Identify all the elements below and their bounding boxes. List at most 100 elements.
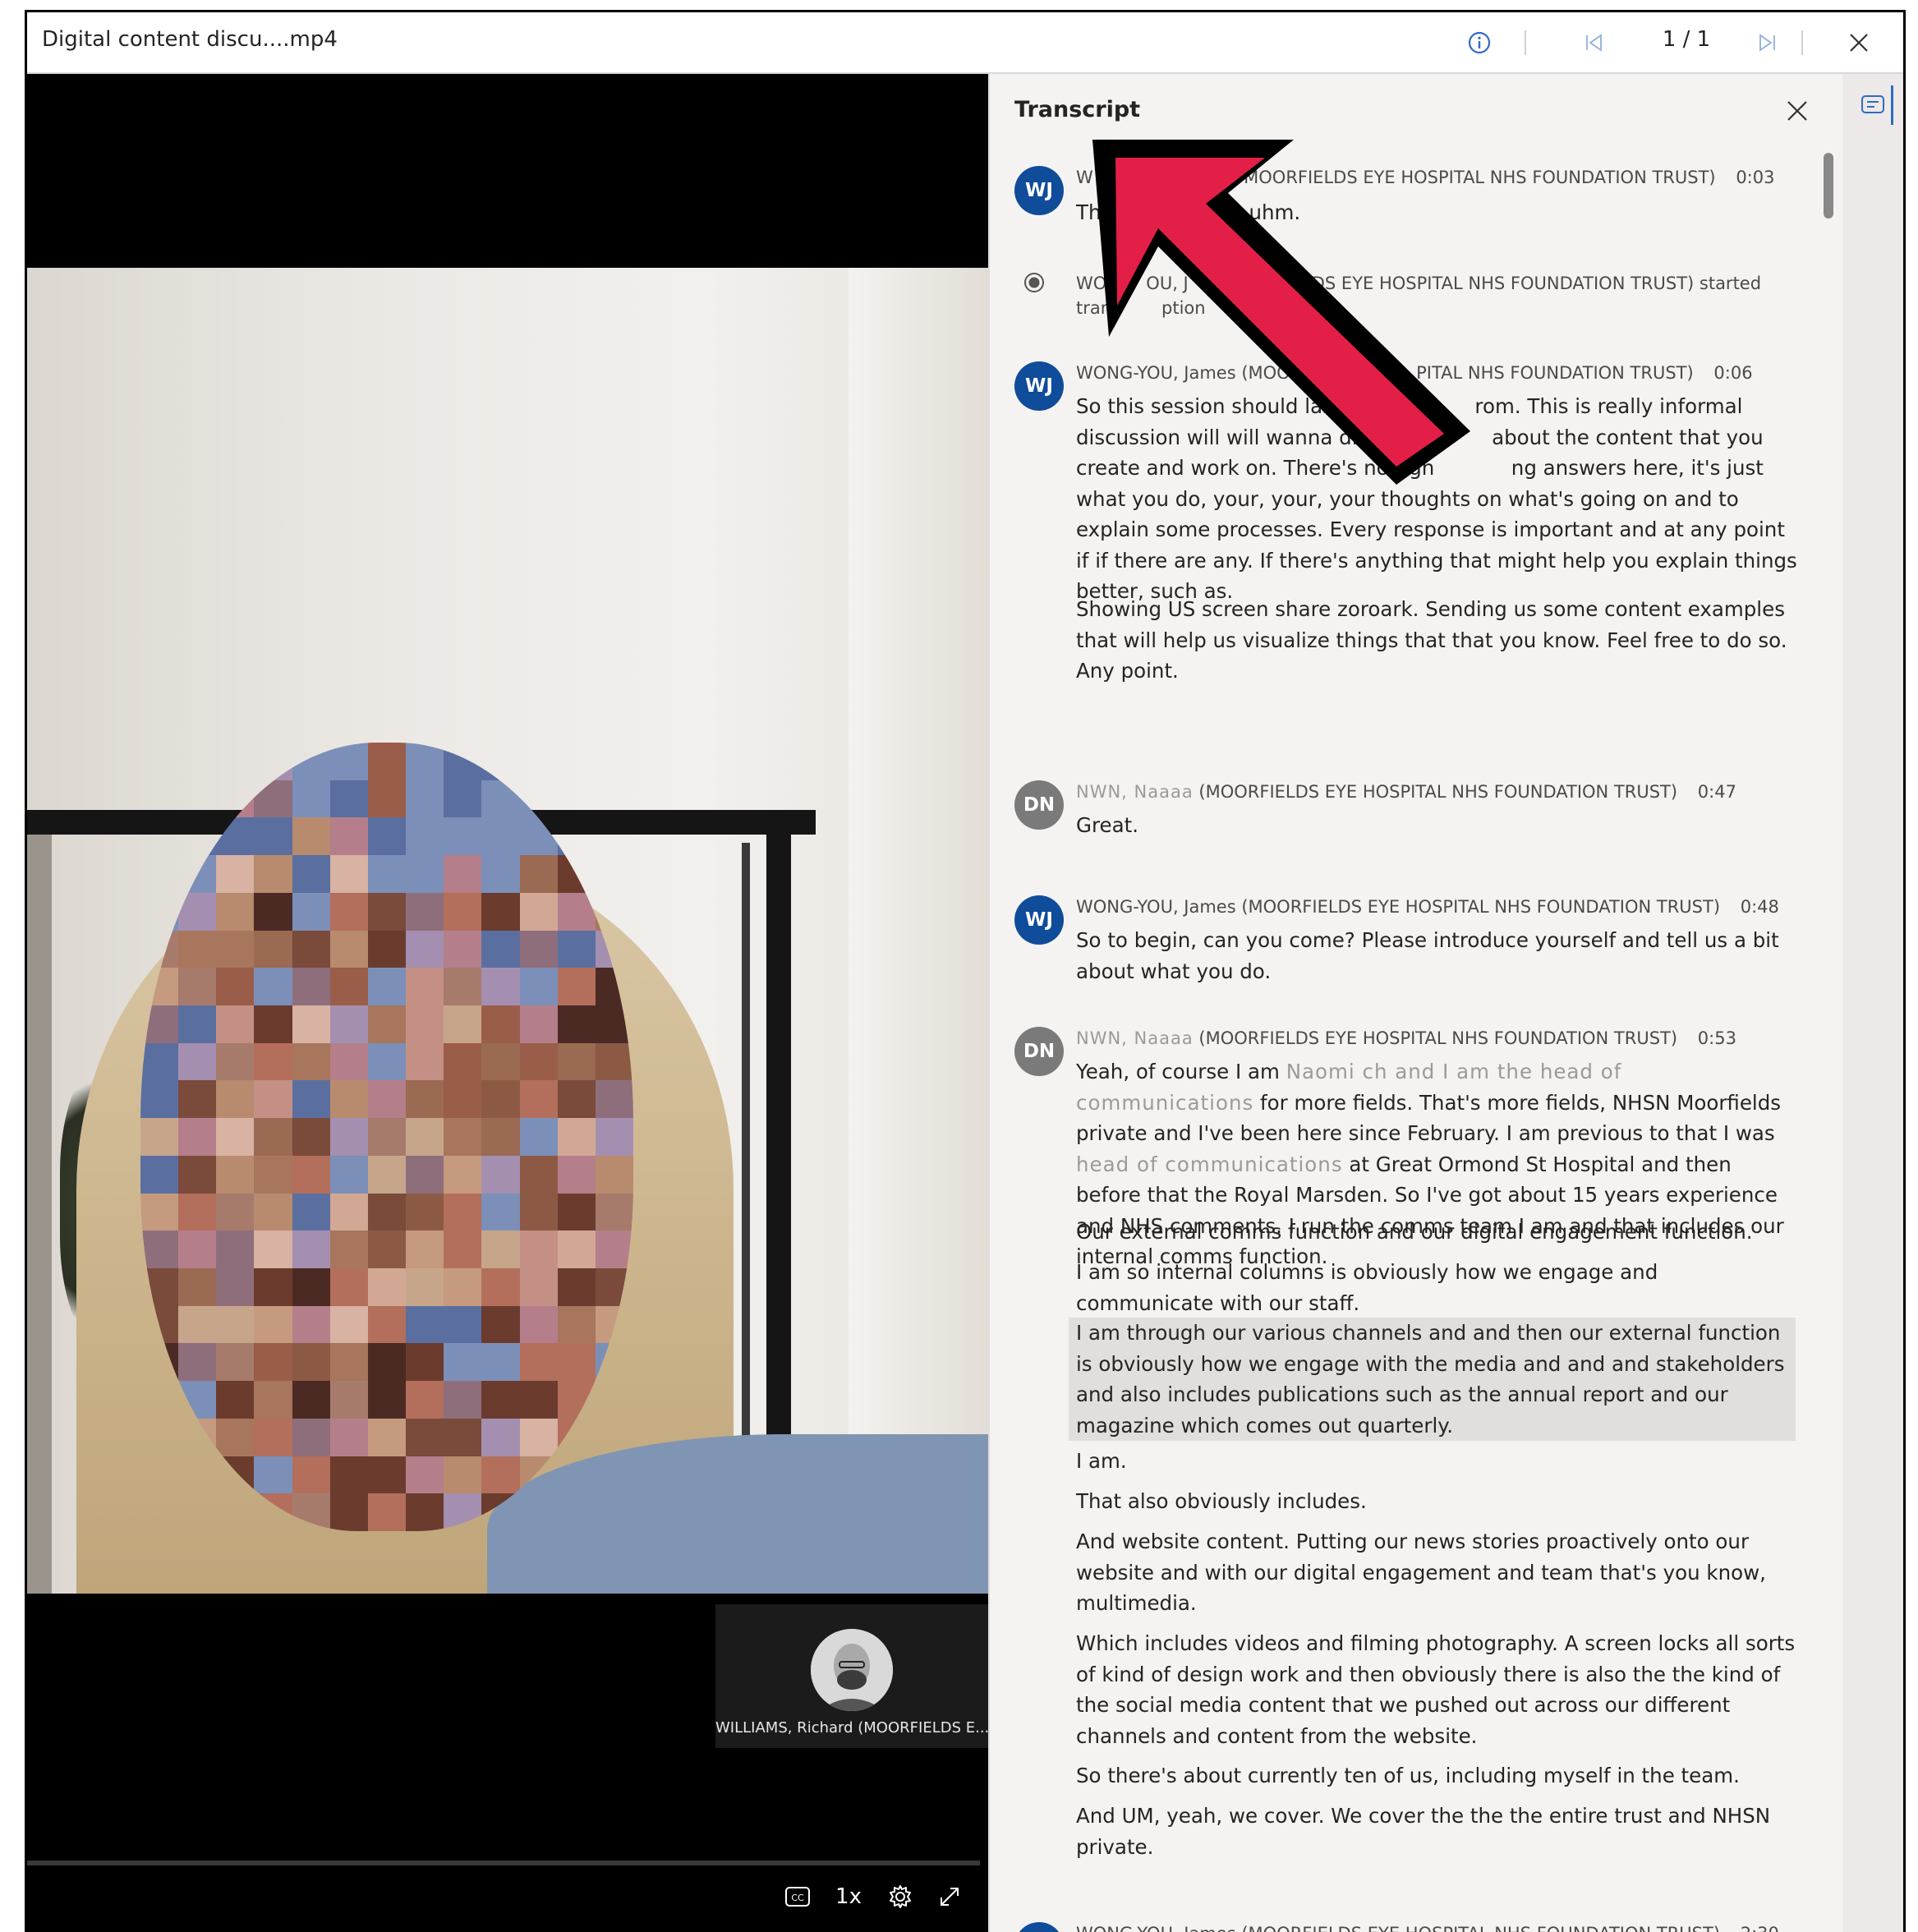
- transcript-paragraph: So there's about currently ten of us, in…: [1076, 1764, 1740, 1787]
- mosaic-tile: [367, 1005, 407, 1043]
- mosaic-tile: [216, 1230, 255, 1268]
- speaker-org: (MOORFIELDS EYE HOSPITAL NHS FOUNDATION …: [1198, 782, 1678, 802]
- mosaic-tile: [481, 1005, 520, 1043]
- mosaic-tile: [406, 780, 444, 818]
- mosaic-tile: [519, 1230, 558, 1268]
- mosaic-tile: [444, 1381, 482, 1419]
- mosaic-tile: [444, 1305, 482, 1344]
- mosaic-tile: [178, 1193, 217, 1231]
- captions-icon[interactable]: CC: [779, 1878, 816, 1916]
- mosaic-tile: [329, 1193, 368, 1231]
- timestamp[interactable]: 0:48: [1741, 897, 1779, 917]
- mosaic-tile: [367, 892, 407, 931]
- mosaic-tile: [254, 1230, 292, 1268]
- mosaic-tile: [329, 855, 368, 893]
- mosaic-tile: [329, 968, 368, 1005]
- timestamp[interactable]: 0:06: [1713, 363, 1752, 383]
- mosaic-tile: [329, 1381, 368, 1419]
- mosaic-tile: [406, 1118, 444, 1156]
- file-title: Digital content discu....mp4: [42, 27, 338, 52]
- mosaic-tile: [292, 1343, 330, 1382]
- mosaic-tile: [329, 1118, 368, 1156]
- mosaic-tile: [406, 1381, 444, 1419]
- left-shadow: [27, 835, 52, 1594]
- mosaic-tile: [292, 855, 330, 893]
- transcript-toggle-icon[interactable]: [1854, 85, 1893, 125]
- transcript-entry: WJ W MOORFIELDS EYE HOSPITAL NHS FOUNDAT…: [990, 166, 1811, 240]
- mosaic-tile: [254, 1005, 292, 1043]
- participant-thumbnail[interactable]: WILLIAMS, Richard (MOORFIELDS E...: [715, 1604, 988, 1748]
- mosaic-tile: [329, 743, 368, 780]
- system-message: WO OU, J DS EYE HOSPITAL NHS FOUNDATION TR…: [990, 271, 1811, 329]
- mosaic-tile: [292, 1456, 330, 1494]
- mosaic-tile: [292, 930, 330, 968]
- info-icon[interactable]: [1460, 24, 1498, 62]
- mosaic-tile: [292, 1305, 330, 1344]
- mosaic-tile: [406, 1343, 444, 1382]
- timestamp[interactable]: 0:47: [1698, 782, 1736, 802]
- speaker-meta: WONG-YOU, James (MOO PITAL NHS FOUNDATIO…: [1076, 363, 1753, 383]
- mosaic-tile: [140, 1230, 179, 1268]
- mosaic-tile: [367, 1118, 407, 1156]
- transcript-title: Transcript: [1014, 97, 1141, 122]
- seek-bar[interactable]: [27, 1861, 980, 1865]
- transcript-scrollbar[interactable]: [1824, 153, 1833, 218]
- mosaic-tile: [406, 1268, 444, 1306]
- toolbar-divider: [1801, 30, 1803, 55]
- mosaic-tile: [444, 1155, 482, 1194]
- mosaic-tile: [292, 1080, 330, 1119]
- toolbar-divider: [1525, 30, 1526, 55]
- mosaic-tile: [444, 817, 482, 856]
- system-text-part: DS EYE HOSPITAL NHS FOUNDATION TRUST) st…: [1311, 274, 1762, 293]
- video-player[interactable]: WILLIAMS, Richard (MOORFIELDS E... CC 1x: [27, 74, 988, 1932]
- mosaic-tile: [406, 1080, 444, 1119]
- close-icon[interactable]: [1778, 92, 1816, 130]
- timestamp[interactable]: 2:30: [1741, 1924, 1779, 1932]
- mosaic-tile: [519, 1005, 558, 1043]
- fullscreen-icon[interactable]: [931, 1878, 968, 1916]
- title-bar: Digital content discu....mp4 1 / 1: [27, 12, 1903, 74]
- mosaic-tile: [329, 1268, 368, 1306]
- speaker-org: (MOORFIELDS EYE HOSPITAL NHS FOUNDATION …: [1198, 1028, 1678, 1048]
- first-page-icon[interactable]: [1575, 24, 1613, 62]
- transcript-paragraph: So to begin, can you come? Please introd…: [1076, 928, 1779, 983]
- mosaic-tile: [216, 1343, 255, 1382]
- mosaic-tile: [406, 1042, 444, 1081]
- system-text-part: ption: [1161, 298, 1206, 318]
- mosaic-tile: [595, 1230, 633, 1268]
- timestamp[interactable]: 0:03: [1736, 168, 1774, 187]
- side-rail: [1842, 74, 1903, 1932]
- mosaic-tile: [254, 1268, 292, 1306]
- speaker-name: WONG-YOU, James (MOORFIELDS EYE HOSPITAL…: [1076, 897, 1721, 917]
- mosaic-tile: [367, 855, 407, 893]
- mosaic-tile: [519, 1080, 558, 1119]
- transcript-entry: WJ WONG-YOU, James (MOORFIELDS EYE HOSPI…: [990, 1922, 1811, 1932]
- mosaic-tile: [254, 1118, 292, 1156]
- playback-speed-button[interactable]: 1x: [828, 1878, 869, 1916]
- mosaic-tile: [444, 1230, 482, 1268]
- mosaic-tile: [557, 1305, 596, 1344]
- mosaic-tile: [216, 1305, 255, 1344]
- mosaic-tile: [557, 1230, 596, 1268]
- mosaic-tile: [481, 855, 520, 893]
- settings-gear-icon[interactable]: [881, 1878, 919, 1916]
- mosaic-tile: [329, 1005, 368, 1043]
- mosaic-tile: [367, 743, 407, 780]
- mosaic-tile: [481, 1343, 520, 1382]
- speaker-meta: WONG-YOU, James (MOORFIELDS EYE HOSPITAL…: [1076, 1924, 1779, 1932]
- transcript-entry: WJ WONG-YOU, James (MOO PITAL NHS FOUNDA…: [990, 361, 1811, 756]
- svg-text:CC: CC: [791, 1893, 804, 1903]
- close-icon[interactable]: [1840, 24, 1878, 62]
- speaker-name-redacted: NWN, Naaaa: [1076, 782, 1194, 802]
- avatar: DN: [1014, 780, 1064, 830]
- last-page-icon[interactable]: [1748, 24, 1786, 62]
- mosaic-tile: [406, 855, 444, 893]
- mosaic-tile: [557, 968, 596, 1005]
- redacted-text: head of communications: [1076, 1152, 1343, 1176]
- mosaic-tile: [444, 1418, 482, 1456]
- mosaic-tile: [329, 780, 368, 818]
- mosaic-tile: [481, 1381, 520, 1419]
- mosaic-tile: [178, 1155, 217, 1194]
- transcript-entry: DN NWN, Naaaa (MOORFIELDS EYE HOSPITAL N…: [990, 780, 1811, 854]
- timestamp[interactable]: 0:53: [1698, 1028, 1736, 1048]
